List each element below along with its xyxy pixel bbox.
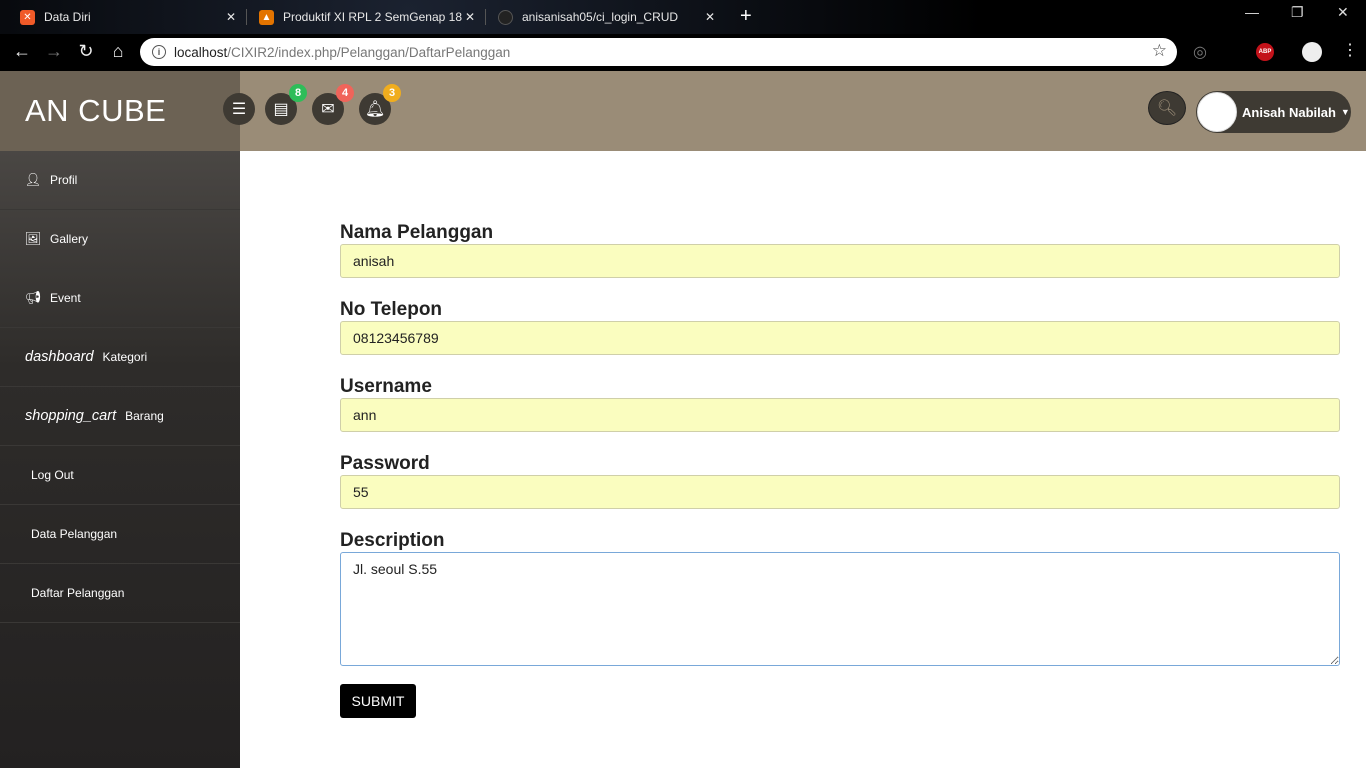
- password-input[interactable]: [340, 475, 1340, 509]
- new-tab-icon[interactable]: +: [740, 5, 752, 28]
- notifications-badge: 3: [383, 84, 401, 102]
- minimize-icon[interactable]: —: [1245, 4, 1259, 20]
- browser-tab-bar: ✕ Data Diri ✕ ▲ Produktif XI RPL 2 SemGe…: [0, 0, 1366, 34]
- tasks-badge: 8: [289, 84, 307, 102]
- search-button[interactable]: 🔍︎: [1148, 91, 1186, 125]
- sidebar-item-event[interactable]: 📢︎ Event: [0, 269, 240, 328]
- telepon-input[interactable]: [340, 321, 1340, 355]
- xampp-icon: ✕: [20, 9, 35, 25]
- envelope-icon: ✉: [321, 101, 335, 118]
- submit-button[interactable]: SUBMIT: [340, 684, 416, 718]
- forward-icon[interactable]: →: [43, 41, 65, 62]
- window-close-icon[interactable]: ✕: [1337, 4, 1349, 21]
- github-icon: [498, 9, 513, 25]
- back-icon[interactable]: ←: [11, 41, 33, 62]
- password-label: Password: [340, 453, 430, 474]
- tab-separator: [246, 9, 247, 25]
- tab-title: anisanisah05/ci_login_CRUD: [522, 10, 679, 24]
- browser-tab-produktif[interactable]: ▲ Produktif XI RPL 2 SemGenap 18: [259, 0, 462, 34]
- url-text: localhost/CIXIR2/index.php/Pelanggan/Daf…: [174, 44, 511, 60]
- sidebar-toggle-button[interactable]: ☰: [223, 93, 255, 125]
- messages-button[interactable]: ✉ 4: [312, 84, 354, 125]
- reload-icon[interactable]: ↻: [75, 41, 97, 62]
- tasks-icon: ▤: [273, 101, 289, 118]
- brand-logo[interactable]: AN CUBE: [0, 71, 240, 151]
- address-bar[interactable]: i localhost/CIXIR2/index.php/Pelanggan/D…: [140, 38, 1177, 66]
- sidebar-item-label: Gallery: [50, 232, 89, 246]
- restore-icon[interactable]: ❐: [1291, 4, 1304, 21]
- messages-badge: 4: [336, 84, 354, 102]
- sidebar-item-label: Log Out: [31, 468, 74, 482]
- sidebar-item-label: Kategori: [102, 350, 148, 364]
- account-icon[interactable]: [1302, 42, 1322, 62]
- browser-tab-github[interactable]: anisanisah05/ci_login_CRUD: [498, 0, 678, 34]
- chevron-down-icon: ▼: [1340, 107, 1350, 117]
- description-textarea[interactable]: Jl. seoul S.55: [340, 552, 1340, 666]
- bookmark-star-icon[interactable]: ☆: [1152, 41, 1167, 61]
- user-name: Anisah Nabilah: [1242, 104, 1336, 120]
- close-tab-icon[interactable]: ✕: [705, 0, 715, 34]
- brand-title: AN CUBE: [25, 93, 167, 128]
- shopping-cart-icon-text: shopping_cart: [25, 408, 117, 424]
- notifications-button[interactable]: 🔔︎ 3: [359, 84, 401, 125]
- description-label: Description: [340, 530, 445, 551]
- tasks-button[interactable]: ▤ 8: [265, 84, 307, 125]
- close-tab-icon[interactable]: ✕: [465, 0, 475, 34]
- image-icon: 🖼︎: [24, 231, 42, 246]
- browser-toolbar: ← → ↻ ⌂ i localhost/CIXIR2/index.php/Pel…: [0, 34, 1366, 71]
- telepon-label: No Telepon: [340, 299, 443, 320]
- pelanggan-form: Nama Pelanggan No Telepon Username Passw…: [340, 215, 1340, 718]
- bell-icon: 🔔︎: [364, 101, 386, 118]
- home-icon[interactable]: ⌂: [107, 41, 129, 62]
- sidebar-item-gallery[interactable]: 🖼︎ Gallery: [0, 210, 240, 269]
- bullhorn-icon: 📢︎: [24, 290, 42, 305]
- sidebar-item-label: Daftar Pelanggan: [31, 586, 125, 600]
- sidebar-item-label: Barang: [125, 409, 164, 423]
- hamburger-icon: ☰: [231, 101, 247, 118]
- sidebar-item-daftar-pelanggan[interactable]: Daftar Pelanggan: [0, 564, 240, 623]
- browser-tab-data-diri[interactable]: ✕ Data Diri: [20, 0, 91, 34]
- username-label: Username: [340, 376, 432, 397]
- sidebar-item-label: Event: [50, 291, 81, 305]
- tab-separator: [485, 9, 486, 25]
- username-input[interactable]: [340, 398, 1340, 432]
- extension-icon[interactable]: ◎: [1193, 42, 1207, 62]
- sidebar-item-profil[interactable]: 👤︎ Profil: [0, 151, 240, 210]
- sidebar-item-logout[interactable]: Log Out: [0, 446, 240, 505]
- sidebar-item-label: Data Pelanggan: [31, 527, 118, 541]
- nama-input[interactable]: [340, 244, 1340, 278]
- close-tab-icon[interactable]: ✕: [226, 0, 236, 34]
- tab-title: Produktif XI RPL 2 SemGenap 18: [283, 10, 462, 24]
- site-info-icon[interactable]: i: [152, 45, 166, 59]
- tab-title: Data Diri: [44, 10, 91, 24]
- sidebar-item-data-pelanggan[interactable]: Data Pelanggan: [0, 505, 240, 564]
- top-navbar: ☰ ▤ 8 ✉ 4 🔔︎ 3 🔍︎ Anisah Nabilah ▼: [223, 71, 1366, 151]
- classroom-icon: ▲: [259, 9, 274, 25]
- sidebar-item-barang[interactable]: shopping_cart Barang: [0, 387, 240, 446]
- dashboard-icon-text: dashboard: [25, 349, 94, 365]
- sidebar-item-label: Profil: [50, 173, 78, 187]
- menu-kebab-icon[interactable]: ⋮: [1342, 40, 1358, 60]
- sidebar-item-kategori[interactable]: dashboard Kategori: [0, 328, 240, 387]
- user-menu[interactable]: Anisah Nabilah ▼: [1196, 91, 1351, 133]
- adblock-plus-icon[interactable]: ABP: [1256, 43, 1274, 61]
- search-icon: 🔍︎: [1156, 100, 1178, 117]
- nama-label: Nama Pelanggan: [340, 222, 494, 243]
- sidebar: 👤︎ Profil 🖼︎ Gallery 📢︎ Event dashboard …: [0, 151, 240, 768]
- user-icon: 👤︎: [24, 172, 42, 187]
- avatar: [1197, 92, 1237, 132]
